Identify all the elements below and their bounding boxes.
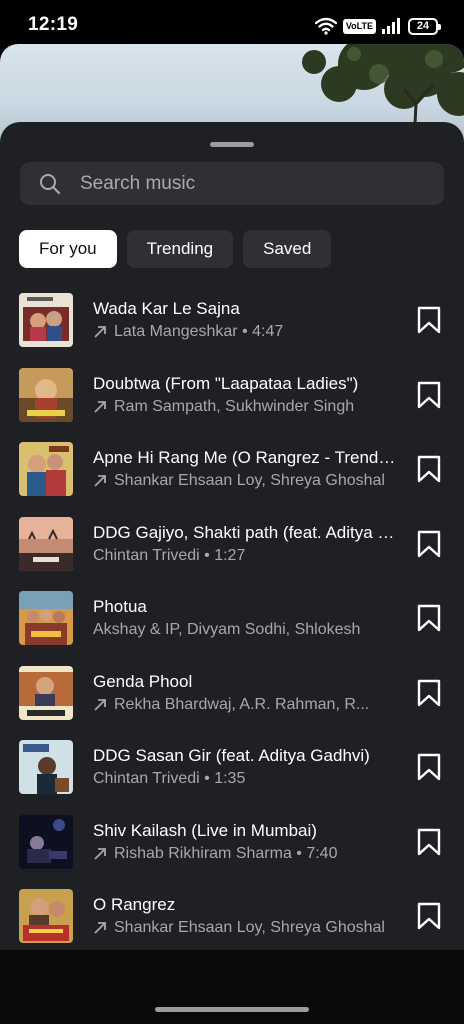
music-picker-sheet: Search music For you Trending Saved Wada… bbox=[0, 122, 464, 950]
song-title: Apne Hi Rang Me (O Rangrez - Trending) bbox=[93, 448, 398, 467]
song-subtitle: Rishab Rikhiram Sharma • 7:40 bbox=[93, 845, 398, 863]
song-title: Wada Kar Le Sajna bbox=[93, 299, 240, 318]
status-icons: VoLTE 24 bbox=[314, 15, 441, 37]
song-subtitle: Shankar Ehsaan Loy, Shreya Ghoshal bbox=[93, 919, 398, 937]
album-art bbox=[19, 367, 73, 422]
song-artists: Shankar Ehsaan Loy, Shreya Ghoshal bbox=[114, 919, 385, 936]
trending-arrow-icon bbox=[94, 475, 106, 487]
song-row[interactable]: Wada Kar Le Sajna Lata Mangeshkar • 4:47 bbox=[0, 282, 464, 357]
song-title: Doubtwa (From "Laapataa Ladies") bbox=[93, 373, 359, 393]
bookmark-icon[interactable] bbox=[416, 381, 442, 409]
wifi-icon bbox=[314, 17, 337, 35]
album-art bbox=[19, 442, 73, 496]
song-row[interactable]: Shiv Kailash (Live in Mumbai) Rishab Rik… bbox=[0, 804, 464, 879]
song-subtitle: Ram Sampath, Sukhwinder Singh bbox=[93, 398, 398, 416]
signal-icon bbox=[382, 18, 400, 34]
search-icon bbox=[40, 173, 61, 194]
song-row[interactable]: DDG Gajiyo, Shakti path (feat. Aditya Ga… bbox=[0, 506, 464, 581]
status-time: 12:19 bbox=[28, 14, 79, 35]
trending-arrow-icon bbox=[94, 847, 106, 860]
album-art bbox=[19, 665, 73, 720]
song-artists: Ram Sampath, Sukhwinder Singh bbox=[114, 397, 355, 415]
bookmark-icon[interactable] bbox=[416, 530, 442, 558]
song-title: Genda Phool bbox=[93, 671, 193, 691]
song-row[interactable]: Photua Akshay & IP, Divyam Sodhi, Shloke… bbox=[0, 580, 464, 655]
song-subtitle: Shankar Ehsaan Loy, Shreya Ghoshal bbox=[93, 472, 398, 490]
song-artists: Shankar Ehsaan Loy, Shreya Ghoshal bbox=[114, 472, 385, 489]
home-gesture-pill[interactable] bbox=[155, 1007, 309, 1012]
album-art bbox=[19, 889, 73, 943]
album-art bbox=[19, 516, 73, 571]
album-art bbox=[19, 740, 73, 794]
search-input[interactable]: Search music bbox=[80, 173, 195, 195]
song-title: O Rangrez bbox=[93, 895, 176, 914]
bookmark-icon[interactable] bbox=[416, 604, 442, 632]
trending-arrow-icon bbox=[94, 326, 106, 338]
drag-handle[interactable] bbox=[210, 142, 254, 147]
song-subtitle: Chintan Trivedi • 1:35 bbox=[93, 770, 398, 788]
album-art bbox=[19, 293, 73, 347]
filter-tabs: For you Trending Saved bbox=[19, 230, 332, 268]
song-title: Photua bbox=[93, 597, 147, 616]
song-row[interactable]: Doubtwa (From "Laapataa Ladies") Ram Sam… bbox=[0, 357, 464, 432]
bookmark-icon[interactable] bbox=[416, 306, 442, 334]
album-art bbox=[19, 591, 73, 645]
tab-saved[interactable]: Saved bbox=[243, 230, 332, 268]
bookmark-icon[interactable] bbox=[416, 679, 442, 707]
song-title: DDG Sasan Gir (feat. Aditya Gadhvi) bbox=[93, 746, 370, 765]
album-art bbox=[19, 814, 73, 869]
song-subtitle: Chintan Trivedi • 1:27 bbox=[93, 547, 398, 565]
song-artists: Akshay & IP, Divyam Sodhi, Shlokesh bbox=[93, 621, 361, 638]
song-row[interactable]: Apne Hi Rang Me (O Rangrez - Trending) S… bbox=[0, 431, 464, 506]
song-artists: Rekha Bhardwaj, A.R. Rahman, R... bbox=[114, 695, 370, 713]
trending-arrow-icon bbox=[94, 922, 106, 934]
battery-level: 24 bbox=[416, 20, 430, 32]
bookmark-icon[interactable] bbox=[416, 753, 442, 781]
tab-trending[interactable]: Trending bbox=[126, 230, 234, 268]
song-artists: Lata Mangeshkar • 4:47 bbox=[114, 323, 284, 340]
song-row[interactable]: Genda Phool Rekha Bhardwaj, A.R. Rahman,… bbox=[0, 655, 464, 730]
song-subtitle: Akshay & IP, Divyam Sodhi, Shlokesh bbox=[93, 621, 398, 639]
search-bar[interactable]: Search music bbox=[20, 162, 444, 205]
bookmark-icon[interactable] bbox=[416, 828, 442, 856]
song-artists: Rishab Rikhiram Sharma • 7:40 bbox=[114, 844, 338, 862]
trending-arrow-icon bbox=[94, 400, 106, 413]
song-list: Wada Kar Le Sajna Lata Mangeshkar • 4:47 bbox=[0, 282, 464, 950]
status-bar: 12:19 VoLTE 24 bbox=[0, 0, 464, 48]
song-artists: Chintan Trivedi • 1:27 bbox=[93, 546, 246, 564]
trending-arrow-icon bbox=[94, 698, 106, 711]
bookmark-icon[interactable] bbox=[416, 902, 442, 930]
song-subtitle: Lata Mangeshkar • 4:47 bbox=[93, 323, 398, 341]
song-title: Shiv Kailash (Live in Mumbai) bbox=[93, 820, 317, 840]
tab-for-you[interactable]: For you bbox=[19, 230, 117, 268]
screen: 12:19 VoLTE 24 Search music For you Tren… bbox=[0, 0, 464, 1024]
song-row[interactable]: O Rangrez Shankar Ehsaan Loy, Shreya Gho… bbox=[0, 878, 464, 950]
song-row[interactable]: DDG Sasan Gir (feat. Aditya Gadhvi) Chin… bbox=[0, 729, 464, 804]
song-artists: Chintan Trivedi • 1:35 bbox=[93, 770, 246, 787]
bookmark-icon[interactable] bbox=[416, 455, 442, 483]
song-title: DDG Gajiyo, Shakti path (feat. Aditya Ga… bbox=[93, 522, 398, 542]
battery-icon: 24 bbox=[408, 17, 441, 35]
navigation-bar bbox=[0, 950, 464, 1024]
song-subtitle: Rekha Bhardwaj, A.R. Rahman, R... bbox=[93, 696, 398, 714]
volte-badge: VoLTE bbox=[342, 18, 376, 34]
